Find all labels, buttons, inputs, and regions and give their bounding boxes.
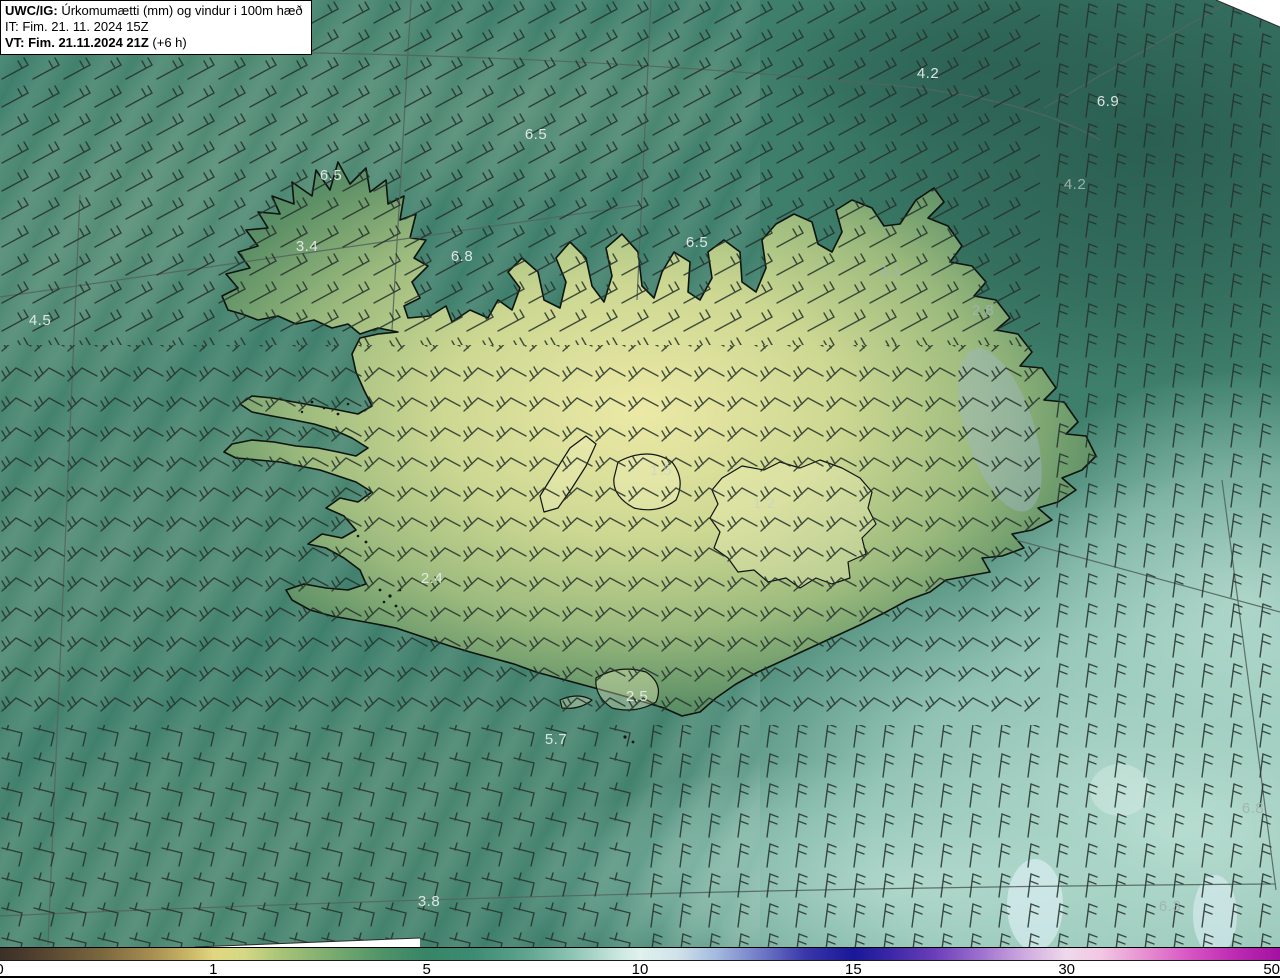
map-value-label: 2.8: [972, 302, 994, 319]
colorbar-tick-label: 15: [844, 961, 862, 978]
map-value-label: 4.2: [1064, 176, 1086, 193]
valid-time-line: VT: Fim. 21.11.2024 21Z (+6 h): [5, 35, 303, 51]
colorbar-tick-label: 5: [422, 961, 431, 978]
wind-barb-layer: [0, 0, 1280, 947]
map-value-label: 4.2: [917, 65, 939, 82]
colorbar-tick-label: 10: [631, 961, 649, 978]
valid-time: VT: Fim. 21.11.2024 21Z: [5, 35, 149, 50]
weather-map: 4.2 6.9 6.5 6.5 4.2 3.4 6.5 6.8 3.1 2.8 4.5 1.5 1.2 2…: [0, 0, 1280, 947]
map-value-label: 3.1: [879, 263, 901, 280]
map-value-label: 6.8: [1242, 800, 1264, 817]
map-value-label: 1.5: [650, 462, 672, 479]
map-value-label: 6.8: [451, 248, 473, 265]
map-value-label: 6.5: [320, 167, 342, 184]
map-value-label: 5.7: [545, 731, 567, 748]
weather-map-page: 4.2 6.9 6.5 6.5 4.2 3.4 6.5 6.8 3.1 2.8 4.5 1.5 1.2 2…: [0, 0, 1280, 978]
product-title-line: UWC/IG: Úrkomumætti (mm) og vindur i 100…: [5, 3, 303, 19]
precipitation-colorbar: 0 1 5 10 15 30 50: [0, 947, 1280, 978]
wind-barb-field-central: [0, 345, 1040, 725]
colorbar-gradient: [0, 947, 1280, 961]
map-value-label: 3.8: [418, 893, 440, 910]
map-value-label: 3.4: [296, 238, 318, 255]
map-value-label: 2.5: [626, 688, 648, 705]
map-value-label: 6.3: [1159, 898, 1181, 915]
map-value-label: 2.4: [421, 570, 443, 587]
colorbar-tick-label: 50: [1263, 961, 1280, 978]
map-value-label: 4.5: [29, 312, 51, 329]
map-value-label: 6.5: [525, 126, 547, 143]
wind-barb-field-southeast: [640, 725, 1040, 947]
map-value-label: 6.5: [686, 234, 708, 251]
colorbar-labels: 0 1 5 10 15 30 50: [0, 961, 1280, 978]
product-name: Úrkomumætti (mm) og vindur i 100m hæð: [57, 3, 303, 18]
map-value-label: 1.2: [753, 495, 775, 512]
product-title-box: UWC/IG: Úrkomumætti (mm) og vindur i 100…: [0, 0, 312, 55]
product-code: UWC/IG:: [5, 3, 58, 18]
init-time-line: IT: Fim. 21. 11. 2024 15Z: [5, 19, 149, 34]
map-value-label: 6.9: [1097, 93, 1119, 110]
valid-offset: (+6 h): [148, 35, 187, 50]
colorbar-tick-label: 1: [209, 961, 218, 978]
colorbar-tick-label: 30: [1058, 961, 1075, 978]
wind-barb-field-southwest: [0, 725, 640, 947]
colorbar-tick-label: 0: [0, 961, 4, 978]
